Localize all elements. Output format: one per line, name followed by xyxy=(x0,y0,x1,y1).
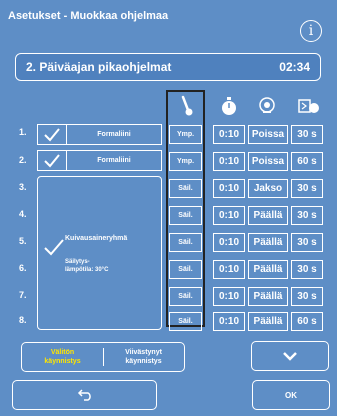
time-cell[interactable]: 0:10 xyxy=(213,206,245,225)
timer-icon xyxy=(214,94,244,118)
temp-cell[interactable]: Säil. xyxy=(169,206,202,225)
time-cell[interactable]: 0:10 xyxy=(213,260,245,279)
immediate-start-option[interactable]: Välitön käynnistys xyxy=(23,348,104,366)
mode-cell[interactable]: Jakso xyxy=(248,179,288,198)
duration-cell[interactable]: 60 s xyxy=(291,152,323,171)
time-cell[interactable]: 0:10 xyxy=(213,152,245,171)
chevron-down-icon xyxy=(283,352,297,361)
mode-cell[interactable]: Päällä xyxy=(248,287,288,306)
mode-cell[interactable]: Poissa xyxy=(248,125,288,144)
row-checkbox[interactable] xyxy=(37,150,66,171)
agent-cell[interactable]: Formaliini xyxy=(66,150,162,171)
reagent-group[interactable]: Kuivausaineryhmä Säilytys- lämpötila: 30… xyxy=(37,176,162,330)
agent-cell[interactable]: Formaliini xyxy=(66,124,162,145)
mode-cell[interactable]: Päällä xyxy=(248,233,288,252)
duration-cell[interactable]: 30 s xyxy=(291,233,323,252)
mode-cell[interactable]: Päällä xyxy=(248,260,288,279)
row-checkbox[interactable] xyxy=(37,124,66,145)
screen-title: Asetukset - Muokkaa ohjelmaa xyxy=(8,10,169,22)
mode-cell[interactable]: Päällä xyxy=(248,206,288,225)
temp-cell[interactable]: Säil. xyxy=(169,260,202,279)
temp-cell[interactable]: Säil. xyxy=(169,179,202,198)
check-icon xyxy=(44,127,60,141)
undo-icon xyxy=(77,389,91,401)
delayed-start-option[interactable]: Viivästynyt käynnistys xyxy=(104,348,184,366)
ok-button[interactable]: OK xyxy=(252,380,330,410)
row-number: 3. xyxy=(19,182,27,192)
time-cell[interactable]: 0:10 xyxy=(213,287,245,306)
temp-cell[interactable]: Ymp. xyxy=(169,125,202,144)
row-number: 7. xyxy=(19,290,27,300)
heater-timer-icon xyxy=(296,94,322,118)
row-number: 2. xyxy=(19,155,27,165)
program-time: 02:34 xyxy=(279,60,310,74)
duration-cell[interactable]: 30 s xyxy=(291,287,323,306)
group-name: Kuivausaineryhmä xyxy=(65,235,128,242)
duration-cell[interactable]: 30 s xyxy=(291,206,323,225)
info-icon[interactable]: i xyxy=(300,20,322,42)
drying-icon xyxy=(252,94,282,118)
program-name: 2. Päiväajan pikaohjelmat xyxy=(26,60,172,74)
row-number: 5. xyxy=(19,236,27,246)
duration-cell[interactable]: 30 s xyxy=(291,260,323,279)
storage-line2: lämpötila: 30°C xyxy=(65,267,109,273)
duration-cell[interactable]: 30 s xyxy=(291,125,323,144)
mode-cell[interactable]: Poissa xyxy=(248,152,288,171)
check-icon xyxy=(44,239,64,256)
row-number: 4. xyxy=(19,209,27,219)
row-number: 6. xyxy=(19,263,27,273)
back-button[interactable] xyxy=(12,380,157,410)
program-bar[interactable]: 2. Päiväajan pikaohjelmat 02:34 xyxy=(15,53,321,81)
temp-cell[interactable]: Säil. xyxy=(169,287,202,306)
scroll-down-button[interactable] xyxy=(251,341,329,371)
row-number: 1. xyxy=(19,127,27,137)
storage-line1: Säilytys- xyxy=(65,259,90,265)
time-cell[interactable]: 0:10 xyxy=(213,233,245,252)
temp-cell[interactable]: Ymp. xyxy=(169,152,202,171)
duration-cell[interactable]: 30 s xyxy=(291,179,323,198)
mode-cell[interactable]: Päällä xyxy=(248,312,288,331)
time-cell[interactable]: 0:10 xyxy=(213,312,245,331)
temp-cell[interactable]: Säil. xyxy=(169,233,202,252)
row-number: 8. xyxy=(19,315,27,325)
start-mode-selector[interactable]: Välitön käynnistys Viivästynyt käynnisty… xyxy=(21,342,185,372)
duration-cell[interactable]: 60 s xyxy=(291,312,323,331)
check-icon xyxy=(44,153,60,167)
time-cell[interactable]: 0:10 xyxy=(213,125,245,144)
temp-cell[interactable]: Säil. xyxy=(169,312,202,331)
time-cell[interactable]: 0:10 xyxy=(213,179,245,198)
